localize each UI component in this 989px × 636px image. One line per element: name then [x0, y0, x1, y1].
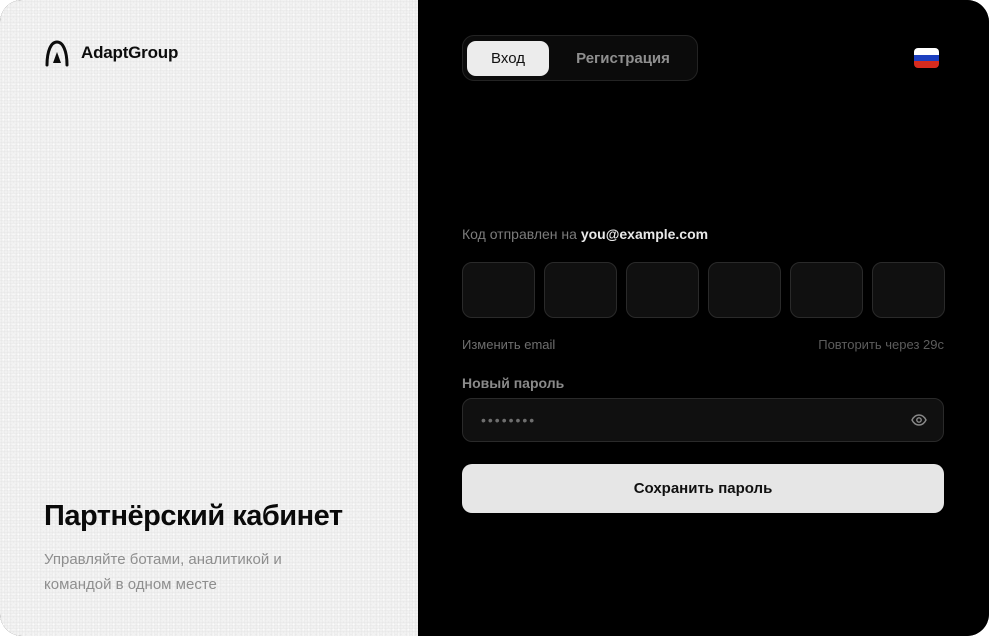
brand-name: AdaptGroup: [81, 43, 179, 62]
russia-flag-icon[interactable]: [914, 48, 939, 68]
flag-stripe-white: [914, 48, 939, 55]
new-password-field: [462, 398, 944, 442]
otp-digit-2[interactable]: [544, 262, 617, 318]
auth-tabs: Вход Регистрация: [462, 35, 698, 81]
save-password-button[interactable]: Сохранить пароль: [462, 464, 944, 513]
otp-code-inputs: [462, 262, 945, 318]
tab-login[interactable]: Вход: [467, 40, 549, 76]
auth-window: AdaptGroup Партнёрский кабинет Управляйт…: [0, 0, 989, 636]
code-sent-text: Код отправлен на you@example.com: [462, 226, 708, 242]
new-password-label: Новый пароль: [462, 375, 565, 391]
otp-digit-4[interactable]: [708, 262, 781, 318]
otp-digit-3[interactable]: [626, 262, 699, 318]
brand[interactable]: AdaptGroup: [44, 39, 178, 67]
adapt-logo-icon: [45, 40, 69, 67]
promo-panel: AdaptGroup Партнёрский кабинет Управляйт…: [0, 0, 418, 636]
change-email-link[interactable]: Изменить email: [462, 337, 555, 352]
eye-icon[interactable]: [911, 412, 927, 428]
auth-panel: Вход Регистрация Код отправлен на you@ex…: [418, 0, 989, 636]
code-sent-email: you@example.com: [580, 226, 709, 242]
otp-digit-6[interactable]: [872, 262, 945, 318]
flag-stripe-blue: [914, 54, 939, 62]
new-password-input[interactable]: [479, 411, 911, 429]
otp-digit-5[interactable]: [790, 262, 863, 318]
tab-register[interactable]: Регистрация: [553, 41, 693, 76]
otp-digit-1[interactable]: [462, 262, 535, 318]
resend-timer: Повторить через 29с: [818, 337, 944, 352]
otp-actions: Изменить email Повторить через 29с: [462, 337, 944, 352]
hero-title: Партнёрский кабинет: [44, 500, 343, 532]
code-sent-prefix: Код отправлен на: [462, 226, 577, 242]
flag-stripe-red: [914, 61, 939, 68]
hero-subtitle: Управляйте ботами, аналитикой и командой…: [44, 551, 282, 593]
